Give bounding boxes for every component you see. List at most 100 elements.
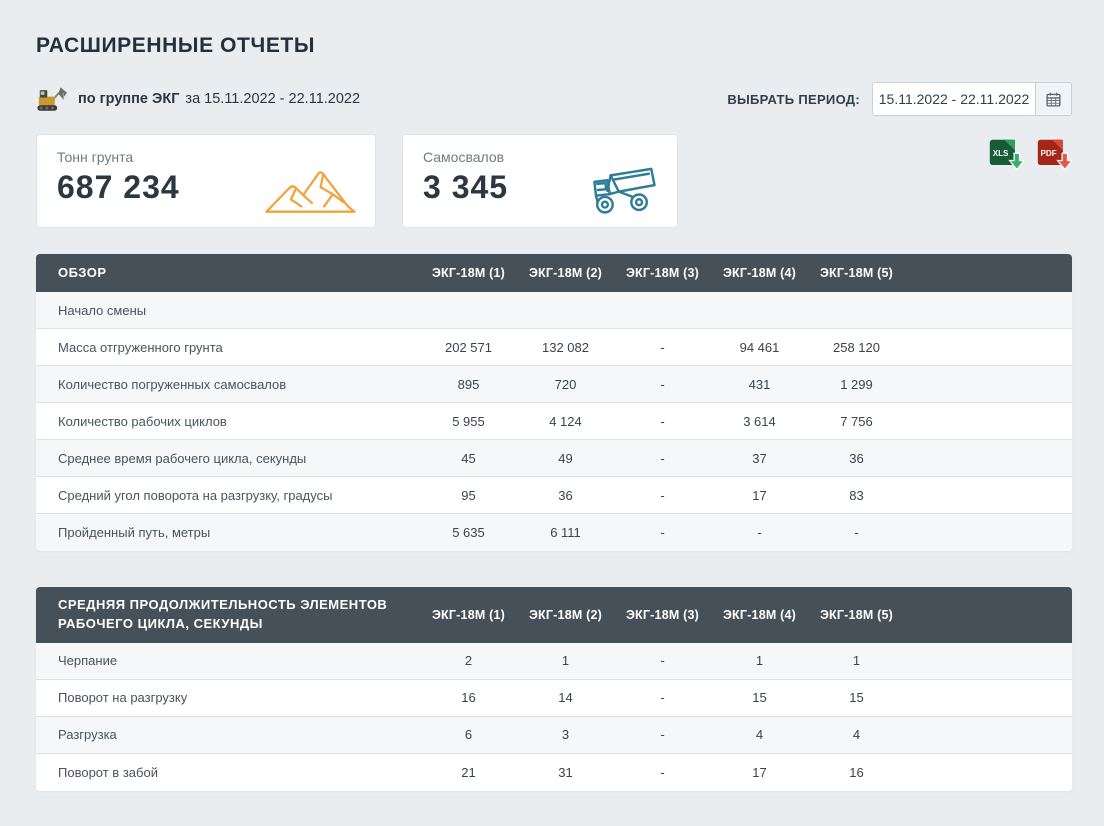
- cell-value: 6 111: [517, 525, 614, 540]
- table-header-row: СРЕДНЯЯ ПРОДОЛЖИТЕЛЬНОСТЬ ЭЛЕМЕНТОВ РАБО…: [36, 587, 1072, 643]
- export-buttons: XLS PDF: [988, 134, 1072, 174]
- row-label: Начало смены: [36, 293, 420, 328]
- cell-value: 202 571: [420, 340, 517, 355]
- cell-value: 1: [711, 653, 808, 668]
- cell-value: 17: [711, 765, 808, 780]
- row-label: Количество рабочих циклов: [36, 404, 420, 439]
- export-pdf-button[interactable]: PDF: [1036, 138, 1072, 174]
- cell-value: 4: [711, 727, 808, 742]
- row-label: Поворот в забой: [36, 755, 420, 790]
- cell-value: -: [614, 727, 711, 742]
- cell-value: 4 124: [517, 414, 614, 429]
- calendar-icon: [1045, 91, 1062, 108]
- cell-value: 21: [420, 765, 517, 780]
- cell-value: 15: [711, 690, 808, 705]
- table-row: Черпание21-11: [36, 643, 1072, 680]
- cell-value: -: [614, 451, 711, 466]
- table-row: Пройденный путь, метры5 6356 111---: [36, 514, 1072, 551]
- cell-value: 36: [517, 488, 614, 503]
- cell-value: 132 082: [517, 340, 614, 355]
- table-row: Поворот на разгрузку1614-1515: [36, 680, 1072, 717]
- table-row: Начало смены: [36, 292, 1072, 329]
- table-row: Разгрузка63-44: [36, 717, 1072, 754]
- table-row: Масса отгруженного грунта202 571132 082-…: [36, 329, 1072, 366]
- row-label: Количество погруженных самосвалов: [36, 367, 420, 402]
- column-header: ЭКГ-18М (5): [808, 608, 905, 622]
- table-row: Количество рабочих циклов5 9554 124-3 61…: [36, 403, 1072, 440]
- extended-reports-page: РАСШИРЕННЫЕ ОТЧЕТЫ по группе ЭКГ за 1: [0, 0, 1104, 826]
- table-title: СРЕДНЯЯ ПРОДОЛЖИТЕЛЬНОСТЬ ЭЛЕМЕНТОВ РАБО…: [36, 587, 420, 643]
- column-header: ЭКГ-18М (2): [517, 608, 614, 622]
- stat-card-trucks: Самосвалов 3 345: [402, 134, 678, 228]
- cell-value: -: [614, 488, 711, 503]
- cell-value: -: [614, 340, 711, 355]
- cycle-elements-table: СРЕДНЯЯ ПРОДОЛЖИТЕЛЬНОСТЬ ЭЛЕМЕНТОВ РАБО…: [36, 587, 1072, 791]
- dirt-pile-icon: [263, 161, 359, 217]
- cell-value: 45: [420, 451, 517, 466]
- column-header: ЭКГ-18М (4): [711, 266, 808, 280]
- cell-value: 1: [517, 653, 614, 668]
- column-header: ЭКГ-18М (2): [517, 266, 614, 280]
- xls-label: XLS: [993, 149, 1009, 158]
- row-label: Черпание: [36, 643, 420, 678]
- row-label: Масса отгруженного грунта: [36, 330, 420, 365]
- excavator-icon: [36, 86, 68, 113]
- cell-value: 5 955: [420, 414, 517, 429]
- column-header: ЭКГ-18М (4): [711, 608, 808, 622]
- table-row: Средний угол поворота на разгрузку, град…: [36, 477, 1072, 514]
- report-period-label: за 15.11.2022 - 22.11.2022: [185, 91, 360, 107]
- table-title: ОБЗОР: [36, 255, 420, 292]
- cell-value: 720: [517, 377, 614, 392]
- row-label: Пройденный путь, метры: [36, 515, 420, 550]
- cell-value: -: [614, 690, 711, 705]
- period-selector-label: ВЫБРАТЬ ПЕРИОД:: [727, 92, 860, 107]
- dump-truck-icon: [583, 163, 661, 217]
- cell-value: -: [614, 525, 711, 540]
- period-selector: ВЫБРАТЬ ПЕРИОД:: [727, 82, 1072, 116]
- column-header: ЭКГ-18М (5): [808, 266, 905, 280]
- stat-cards-row: Тонн грунта 687 234 Самосвалов 3 345: [36, 134, 1072, 228]
- row-label: Поворот на разгрузку: [36, 680, 420, 715]
- export-xls-button[interactable]: XLS: [988, 138, 1024, 174]
- cell-value: 3: [517, 727, 614, 742]
- cell-value: 83: [808, 488, 905, 503]
- cell-value: 2: [420, 653, 517, 668]
- row-label: Среднее время рабочего цикла, секунды: [36, 441, 420, 476]
- cell-value: 1 299: [808, 377, 905, 392]
- period-input[interactable]: [873, 83, 1035, 115]
- report-info: по группе ЭКГ за 15.11.2022 - 22.11.2022: [36, 86, 360, 113]
- cell-value: 17: [711, 488, 808, 503]
- column-header: ЭКГ-18М (3): [614, 608, 711, 622]
- report-group-label: по группе ЭКГ: [78, 91, 179, 107]
- cell-value: -: [711, 525, 808, 540]
- column-header: ЭКГ-18М (1): [420, 608, 517, 622]
- cell-value: 1: [808, 653, 905, 668]
- period-picker: [872, 82, 1072, 116]
- row-label: Разгрузка: [36, 717, 420, 752]
- cell-value: 94 461: [711, 340, 808, 355]
- cell-value: 95: [420, 488, 517, 503]
- calendar-button[interactable]: [1035, 83, 1071, 115]
- cell-value: 7 756: [808, 414, 905, 429]
- cell-value: 37: [711, 451, 808, 466]
- stat-card-tons: Тонн грунта 687 234: [36, 134, 376, 228]
- cell-value: 15: [808, 690, 905, 705]
- cell-value: 36: [808, 451, 905, 466]
- cell-value: 31: [517, 765, 614, 780]
- cell-value: 16: [420, 690, 517, 705]
- table-row: Среднее время рабочего цикла, секунды454…: [36, 440, 1072, 477]
- cell-value: 6: [420, 727, 517, 742]
- row-label: Средний угол поворота на разгрузку, град…: [36, 478, 420, 513]
- page-title: РАСШИРЕННЫЕ ОТЧЕТЫ: [36, 34, 1072, 58]
- column-header: ЭКГ-18М (3): [614, 266, 711, 280]
- cell-value: 16: [808, 765, 905, 780]
- table-row: Количество погруженных самосвалов895720-…: [36, 366, 1072, 403]
- cell-value: 5 635: [420, 525, 517, 540]
- table-row: Поворот в забой2131-1716: [36, 754, 1072, 791]
- cell-value: 49: [517, 451, 614, 466]
- cell-value: -: [614, 377, 711, 392]
- cell-value: 4: [808, 727, 905, 742]
- cell-value: 258 120: [808, 340, 905, 355]
- table-header-row: ОБЗОРЭКГ-18М (1)ЭКГ-18М (2)ЭКГ-18М (3)ЭК…: [36, 254, 1072, 292]
- overview-table: ОБЗОРЭКГ-18М (1)ЭКГ-18М (2)ЭКГ-18М (3)ЭК…: [36, 254, 1072, 551]
